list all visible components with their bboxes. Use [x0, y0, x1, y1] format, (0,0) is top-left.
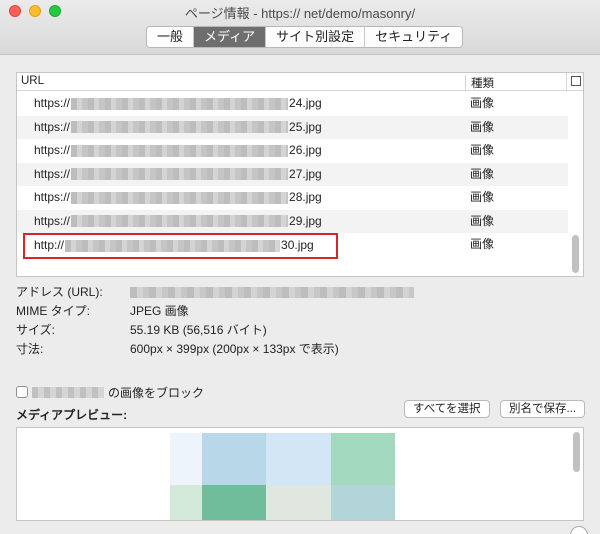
table-row[interactable]: https://25.jpg 画像 — [17, 115, 568, 139]
address-value — [130, 283, 414, 302]
row-type: 画像 — [470, 143, 495, 157]
row-type: 画像 — [470, 166, 495, 181]
title-bar: ページ情報 - https:// net/demo/masonry/ 一般 メデ… — [0, 0, 600, 55]
tab-general[interactable]: 一般 — [147, 27, 195, 47]
row-type: 画像 — [470, 190, 495, 204]
row-url: https://26.jpg — [34, 143, 322, 157]
dimensions-label: 寸法: — [16, 342, 44, 356]
table-row[interactable]: https://27.jpg 画像 — [17, 162, 568, 186]
row-type: 画像 — [470, 119, 495, 134]
redacted-blur — [71, 191, 289, 204]
column-header-type[interactable]: 種類 — [465, 75, 494, 91]
dimensions-value: 600px × 399px (200px × 133px で表示) — [130, 342, 339, 356]
media-preview — [16, 427, 584, 521]
redacted-blur — [71, 144, 289, 157]
row-type: 画像 — [470, 96, 495, 110]
size-label: サイズ: — [16, 323, 55, 337]
preview-image-tile — [266, 433, 331, 485]
preview-image-tile — [266, 485, 331, 520]
redacted-blur — [65, 239, 281, 252]
row-url: https://29.jpg — [34, 213, 322, 228]
table-row[interactable]: https://26.jpg 画像 — [17, 139, 568, 163]
column-picker-button[interactable] — [566, 73, 583, 91]
row-url: https://27.jpg — [34, 166, 322, 181]
media-preview-label: メディアプレビュー: — [16, 408, 128, 422]
column-header-url[interactable]: URL — [21, 75, 44, 87]
row-type: 画像 — [470, 237, 495, 251]
select-all-button[interactable]: すべてを選択 — [404, 400, 490, 418]
preview-scrollbar[interactable] — [573, 432, 580, 472]
table-row[interactable]: https://29.jpg 画像 — [17, 209, 568, 233]
block-images-checkbox[interactable] — [16, 386, 28, 398]
table-row-selected[interactable]: http://30.jpg 画像 — [17, 233, 568, 259]
property-mime: MIME タイプ: JPEG 画像 — [16, 302, 576, 321]
preview-image-tile — [331, 485, 395, 520]
row-url: http://30.jpg — [23, 233, 338, 259]
table-rows: https://24.jpg 画像 https://25.jpg 画像 http… — [17, 92, 568, 259]
redacted-blur — [71, 97, 289, 110]
property-dimensions: 寸法: 600px × 399px (200px × 133px で表示) — [16, 340, 576, 359]
mime-label: MIME タイプ: — [16, 304, 90, 318]
table-row[interactable]: https://28.jpg 画像 — [17, 186, 568, 210]
tab-bar: 一般 メディア サイト別設定 セキュリティ — [146, 26, 464, 48]
column-picker-icon — [571, 76, 581, 86]
media-table: URL 種類 https://24.jpg 画像 https://25.jpg … — [16, 72, 584, 277]
save-as-button[interactable]: 別名で保存... — [500, 400, 586, 418]
preview-image-tile — [331, 433, 395, 485]
row-url: https://24.jpg — [34, 96, 322, 110]
table-header: URL 種類 — [17, 73, 583, 91]
row-url: https://25.jpg — [34, 119, 322, 134]
property-size: サイズ: 55.19 KB (56,516 バイト) — [16, 321, 576, 340]
property-address: アドレス (URL): — [16, 283, 576, 302]
table-scrollbar[interactable] — [572, 235, 579, 273]
help-button[interactable] — [570, 526, 588, 534]
row-type: 画像 — [470, 213, 495, 228]
table-row[interactable]: https://24.jpg 画像 — [17, 92, 568, 116]
redacted-blur — [32, 387, 104, 398]
size-value: 55.19 KB (56,516 バイト) — [130, 323, 267, 337]
preview-image-tile — [170, 485, 202, 520]
row-url: https://28.jpg — [34, 190, 322, 204]
preview-image-tile — [170, 433, 202, 485]
tab-permissions[interactable]: サイト別設定 — [266, 27, 366, 47]
redacted-blur — [130, 287, 414, 299]
media-properties: アドレス (URL): MIME タイプ: JPEG 画像 サイズ: 55.19… — [16, 283, 576, 359]
window-title: ページ情報 - https:// net/demo/masonry/ — [184, 6, 416, 21]
tab-media[interactable]: メディア — [194, 27, 267, 47]
block-images-label[interactable]: の画像をブロック — [108, 385, 204, 401]
preview-image-tile — [202, 433, 266, 485]
mime-value: JPEG 画像 — [130, 304, 189, 318]
redacted-blur — [71, 215, 289, 228]
preview-image-tile — [202, 485, 266, 520]
redacted-blur — [71, 121, 289, 134]
address-label: アドレス (URL): — [16, 285, 103, 299]
redacted-blur — [71, 168, 289, 181]
tab-security[interactable]: セキュリティ — [365, 27, 463, 47]
